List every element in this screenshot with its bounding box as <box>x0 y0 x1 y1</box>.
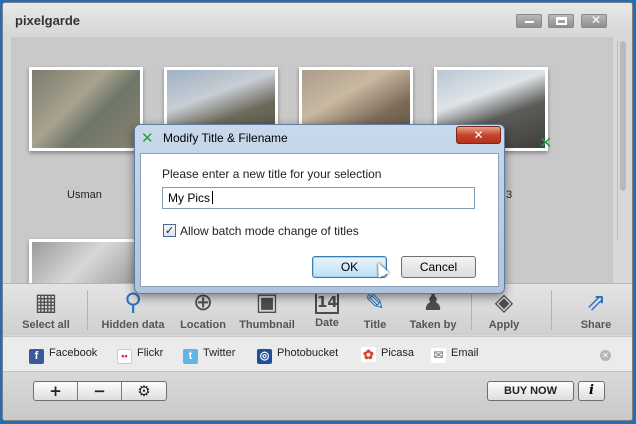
maximize-icon <box>556 17 567 25</box>
share-label: Share <box>580 319 612 331</box>
twitter-icon: t <box>183 349 198 364</box>
title-input-value: My Pics <box>168 191 210 205</box>
grid-icon: ▦ <box>34 288 58 316</box>
taken-by-label: Taken by <box>409 319 457 331</box>
email-icon: ✉ <box>431 348 446 363</box>
remove-button[interactable]: − <box>78 382 122 400</box>
hidden-data-label: Hidden data <box>101 319 165 331</box>
minimize-button[interactable] <box>516 14 542 28</box>
flickr-label: Flickr <box>137 347 164 359</box>
facebook-link[interactable]: f Facebook <box>29 347 97 364</box>
gallery-scrollbar[interactable] <box>617 41 627 241</box>
photobucket-icon: ◎ <box>257 349 272 364</box>
picasa-label: Picasa <box>381 347 415 359</box>
select-all-button[interactable]: ▦ Select all <box>15 284 77 336</box>
title-input[interactable]: My Pics <box>162 187 475 209</box>
app-title: pixelgarde <box>15 13 81 28</box>
text-caret <box>212 191 213 204</box>
apply-label: Apply <box>488 319 520 331</box>
photo-thumbnail[interactable] <box>29 67 143 151</box>
dialog-close-button[interactable]: ✕ <box>456 126 501 144</box>
title-label: Title <box>363 319 387 331</box>
scrollbar-thumb[interactable] <box>620 41 626 191</box>
modify-title-dialog: ✕ Modify Title & Filename ✕ Please enter… <box>134 124 505 294</box>
photo-thumbnail[interactable] <box>29 239 143 287</box>
close-services-icon[interactable]: ✕ <box>600 350 611 361</box>
dialog-title: Modify Title & Filename <box>163 131 288 145</box>
gallery-actions-group: + − ⚙ <box>33 381 167 401</box>
share-button[interactable]: ⇗ Share <box>571 284 621 336</box>
cancel-button[interactable]: Cancel <box>401 256 476 278</box>
batch-mode-label[interactable]: Allow batch mode change of titles <box>180 224 359 238</box>
dialog-prompt: Please enter a new title for your select… <box>162 167 382 181</box>
location-label: Location <box>180 319 226 331</box>
buy-now-button[interactable]: BUY NOW <box>487 381 574 401</box>
photobucket-link[interactable]: ◎ Photobucket <box>257 347 338 364</box>
add-button[interactable]: + <box>34 382 78 400</box>
thumbnail-label: Thumbnail <box>239 319 295 331</box>
picasa-icon: ✿ <box>361 347 376 362</box>
date-label: Date <box>315 317 339 329</box>
facebook-icon: f <box>29 349 44 364</box>
bottom-bar: + − ⚙ BUY NOW i <box>3 373 632 420</box>
pixelgarde-logo-icon: ✕ <box>141 129 154 147</box>
dialog-body: Please enter a new title for your select… <box>140 153 499 287</box>
email-label: Email <box>451 347 479 359</box>
select-all-label: Select all <box>22 319 70 331</box>
title-bar: pixelgarde ✕ <box>3 3 632 37</box>
close-button[interactable]: ✕ <box>581 13 607 28</box>
share-icon: ⇗ <box>585 288 607 316</box>
photo-caption: Usman <box>67 189 102 201</box>
flickr-icon: •• <box>117 349 132 364</box>
maximize-button[interactable] <box>548 14 574 28</box>
settings-gear-icon[interactable]: ⚙ <box>122 382 166 400</box>
share-services-bar: f Facebook •• Flickr t Twitter ◎ Photobucket… <box>3 336 632 372</box>
batch-mode-checkbox[interactable]: ✓ <box>163 224 176 237</box>
email-link[interactable]: ✉ Email <box>431 347 479 363</box>
facebook-label: Facebook <box>49 347 98 359</box>
flickr-link[interactable]: •• Flickr <box>117 347 163 364</box>
info-button[interactable]: i <box>578 381 605 401</box>
twitter-label: Twitter <box>203 347 236 359</box>
picasa-link[interactable]: ✿ Picasa <box>361 347 414 362</box>
close-icon: ✕ <box>591 13 602 27</box>
twitter-link[interactable]: t Twitter <box>183 347 235 364</box>
pixelgarde-logo-icon: ✕ <box>539 133 553 152</box>
photobucket-label: Photobucket <box>277 347 339 359</box>
photo-caption: 3 <box>506 189 513 201</box>
minimize-icon <box>525 21 534 23</box>
